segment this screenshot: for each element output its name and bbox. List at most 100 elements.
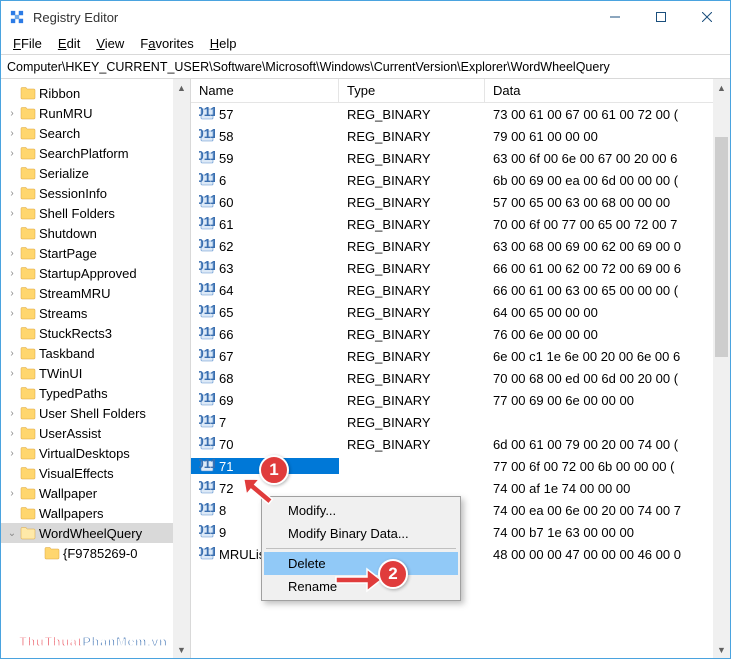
registry-value-row[interactable]: 01165REG_BINARY64 00 65 00 00 00 [191, 301, 730, 323]
value-data: 76 00 6e 00 00 00 [485, 327, 730, 342]
registry-value-row[interactable]: 01168REG_BINARY70 00 68 00 ed 00 6d 00 2… [191, 367, 730, 389]
menu-file[interactable]: FFileFile [5, 34, 50, 53]
value-type: REG_BINARY [339, 349, 485, 364]
caret-icon[interactable]: › [5, 108, 19, 119]
svg-text:011: 011 [199, 238, 215, 251]
caret-icon[interactable]: › [5, 268, 19, 279]
address-bar[interactable]: Computer\HKEY_CURRENT_USER\Software\Micr… [1, 55, 730, 79]
tree-item[interactable]: ›UserAssist [1, 423, 190, 443]
tree-item[interactable]: TypedPaths [1, 383, 190, 403]
tree-item[interactable]: ›Streams [1, 303, 190, 323]
registry-value-row[interactable]: 01166REG_BINARY76 00 6e 00 00 00 [191, 323, 730, 345]
tree-item[interactable]: ›StartupApproved [1, 263, 190, 283]
registry-value-row[interactable]: 01161REG_BINARY70 00 6f 00 77 00 65 00 7… [191, 213, 730, 235]
caret-icon[interactable]: › [5, 448, 19, 459]
menu-edit[interactable]: Edit [50, 34, 88, 53]
binary-icon: 011 [199, 172, 215, 188]
context-modify-binary[interactable]: Modify Binary Data... [264, 522, 458, 545]
tree-item-label: TWinUI [39, 366, 82, 381]
close-button[interactable] [684, 1, 730, 33]
folder-icon [19, 305, 37, 321]
tree-item[interactable]: ›Search [1, 123, 190, 143]
caret-icon[interactable]: › [5, 408, 19, 419]
scroll-up-icon[interactable]: ▲ [713, 79, 730, 96]
tree-item[interactable]: ›StreamMRU [1, 283, 190, 303]
tree-item[interactable]: ›StartPage [1, 243, 190, 263]
tree-item[interactable]: ›User Shell Folders [1, 403, 190, 423]
caret-icon[interactable]: › [5, 248, 19, 259]
value-name: 0116 [191, 172, 339, 188]
caret-icon[interactable]: › [5, 128, 19, 139]
scroll-up-icon[interactable]: ▲ [173, 79, 190, 96]
menu-help[interactable]: Help [202, 34, 245, 53]
tree-panel: Ribbon›RunMRU›Search›SearchPlatformSeria… [1, 79, 191, 658]
tree-item[interactable]: ›SearchPlatform [1, 143, 190, 163]
caret-icon[interactable]: › [5, 348, 19, 359]
folder-icon [19, 425, 37, 441]
caret-icon[interactable]: › [5, 188, 19, 199]
caret-icon[interactable]: › [5, 428, 19, 439]
tree-item[interactable]: VisualEffects [1, 463, 190, 483]
registry-value-row[interactable]: 01163REG_BINARY66 00 61 00 62 00 72 00 6… [191, 257, 730, 279]
scroll-thumb[interactable] [715, 137, 728, 357]
menu-view[interactable]: View [88, 34, 132, 53]
tree-item[interactable]: StuckRects3 [1, 323, 190, 343]
scroll-down-icon[interactable]: ▼ [173, 641, 190, 658]
tree-item-label: Taskband [39, 346, 95, 361]
caret-icon[interactable]: › [5, 288, 19, 299]
caret-icon[interactable]: › [5, 208, 19, 219]
value-data: 66 00 61 00 62 00 72 00 69 00 6 [485, 261, 730, 276]
tree-item-label: {F9785269-0 [63, 546, 137, 561]
caret-icon[interactable]: › [5, 308, 19, 319]
caret-icon[interactable]: › [5, 368, 19, 379]
tree-item[interactable]: ⌄WordWheelQuery [1, 523, 190, 543]
svg-text:011: 011 [199, 216, 215, 229]
registry-value-row[interactable]: 01169REG_BINARY77 00 69 00 6e 00 00 00 [191, 389, 730, 411]
value-name: 01168 [191, 370, 339, 386]
context-modify[interactable]: Modify... [264, 499, 458, 522]
tree-item[interactable]: ›Shell Folders [1, 203, 190, 223]
registry-value-row[interactable]: 01159REG_BINARY63 00 6f 00 6e 00 67 00 2… [191, 147, 730, 169]
list-scrollbar[interactable]: ▲ ▼ [713, 79, 730, 658]
annotation-callout-1: 1 [259, 455, 289, 485]
value-data: 70 00 68 00 ed 00 6d 00 20 00 ( [485, 371, 730, 386]
registry-value-row[interactable]: 01157REG_BINARY73 00 61 00 67 00 61 00 7… [191, 103, 730, 125]
registry-value-row[interactable]: 01167REG_BINARY6e 00 c1 1e 6e 00 20 00 6… [191, 345, 730, 367]
registry-value-row[interactable]: 01160REG_BINARY57 00 65 00 63 00 68 00 0… [191, 191, 730, 213]
value-type: REG_BINARY [339, 151, 485, 166]
registry-value-row[interactable]: 01158REG_BINARY79 00 61 00 00 00 [191, 125, 730, 147]
tree-item-label: TypedPaths [39, 386, 108, 401]
tree-item[interactable]: ›RunMRU [1, 103, 190, 123]
caret-icon[interactable]: › [5, 488, 19, 499]
registry-value-row[interactable]: 01162REG_BINARY63 00 68 00 69 00 62 00 6… [191, 235, 730, 257]
column-data[interactable]: Data [485, 79, 730, 102]
registry-value-row[interactable]: 0116REG_BINARY6b 00 69 00 ea 00 6d 00 00… [191, 169, 730, 191]
tree-item[interactable]: Serialize [1, 163, 190, 183]
tree-item[interactable]: › TWinUI [1, 363, 190, 383]
column-type[interactable]: Type [339, 79, 485, 102]
value-type: REG_BINARY [339, 437, 485, 452]
tree-item[interactable]: ›Wallpaper [1, 483, 190, 503]
value-type: REG_BINARY [339, 327, 485, 342]
maximize-button[interactable] [638, 1, 684, 33]
caret-icon[interactable]: › [5, 148, 19, 159]
tree-item[interactable]: Shutdown [1, 223, 190, 243]
folder-icon [19, 485, 37, 501]
registry-value-row[interactable]: 0117REG_BINARY [191, 411, 730, 433]
tree-item[interactable]: › Taskband [1, 343, 190, 363]
minimize-button[interactable] [592, 1, 638, 33]
tree-item[interactable]: ›VirtualDesktops [1, 443, 190, 463]
registry-value-row[interactable]: 01170REG_BINARY6d 00 61 00 79 00 20 00 7… [191, 433, 730, 455]
column-name[interactable]: Name [191, 79, 339, 102]
folder-icon [19, 205, 37, 221]
tree-item[interactable]: {F9785269-0 [1, 543, 190, 563]
registry-value-row[interactable]: 01164REG_BINARY66 00 61 00 63 00 65 00 0… [191, 279, 730, 301]
scroll-down-icon[interactable]: ▼ [713, 641, 730, 658]
tree-scrollbar[interactable]: ▲ ▼ [173, 79, 190, 658]
menu-favorites[interactable]: Favorites [132, 34, 201, 53]
tree-item[interactable]: ›SessionInfo [1, 183, 190, 203]
tree-item[interactable]: Ribbon [1, 83, 190, 103]
svg-text:011: 011 [199, 524, 215, 537]
tree-item[interactable]: Wallpapers [1, 503, 190, 523]
caret-icon[interactable]: ⌄ [5, 528, 19, 539]
